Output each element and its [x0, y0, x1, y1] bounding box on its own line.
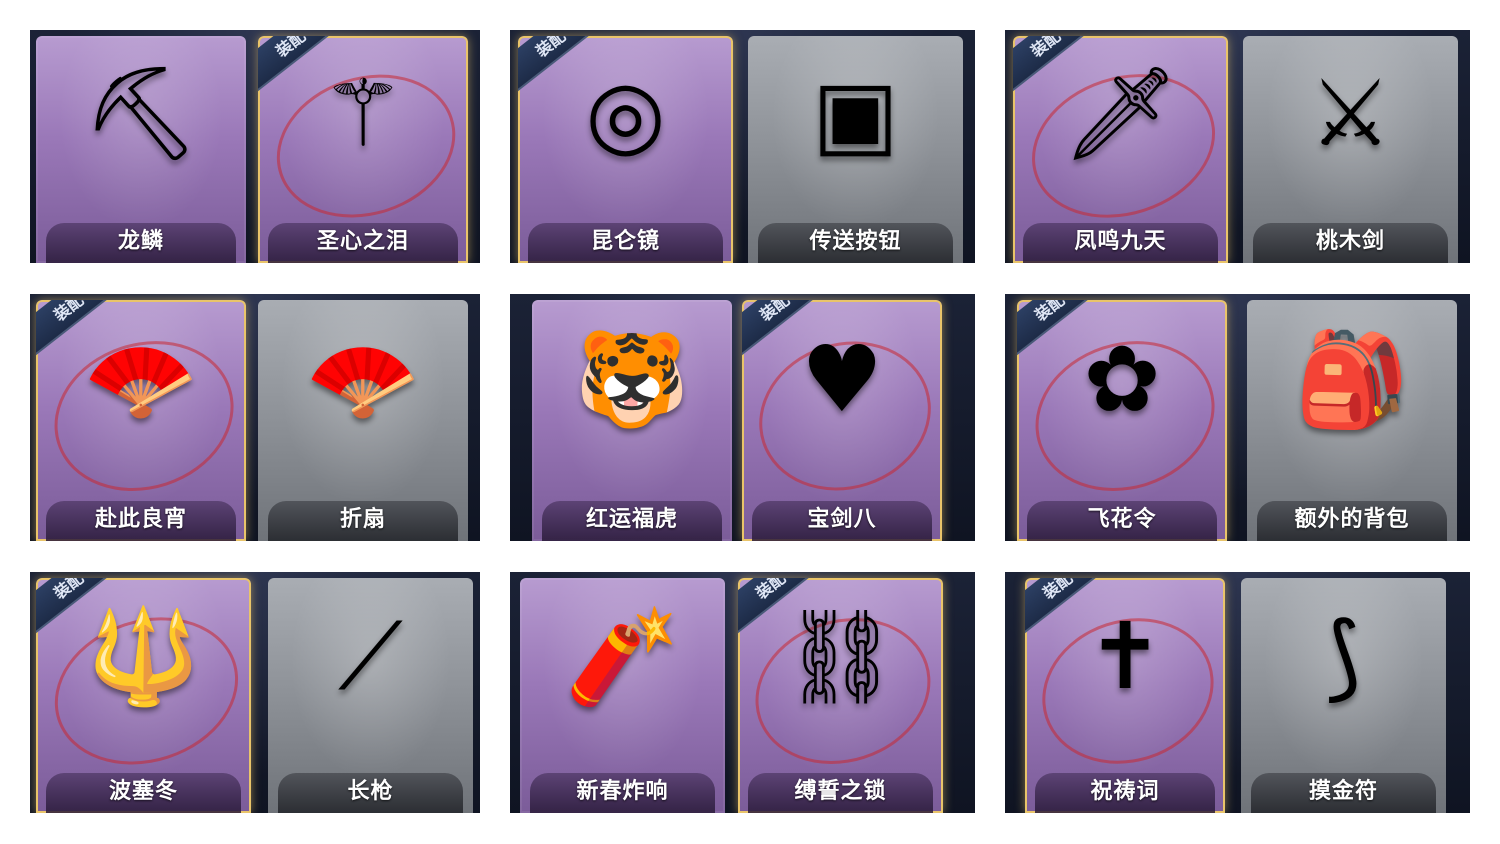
skin-pair-panel: 🔱 波塞冬 装配 ⟋ 长枪: [30, 572, 480, 813]
ornate-mirror-icon: ◎: [585, 59, 666, 167]
skin-card[interactable]: ⛓ 缚誓之锁 装配: [738, 578, 943, 813]
skin-card[interactable]: ♥ 宝剑八 装配: [742, 300, 942, 541]
skin-card[interactable]: 🔱 波塞冬 装配: [36, 578, 251, 813]
ornate-fan-icon: 🪭: [83, 325, 199, 433]
skin-pair-panel: 🗡 凤鸣九天 装配 ⚔ 桃木剑: [1005, 30, 1470, 263]
skin-card[interactable]: ⛏ 龙鳞: [36, 36, 246, 263]
flower-bouquet-icon: ✿: [1083, 325, 1161, 433]
skin-name-label: 红运福虎: [585, 507, 678, 532]
skin-name-label: 额外的背包: [1294, 507, 1410, 532]
skin-name-label: 龙鳞: [117, 229, 164, 254]
skin-card[interactable]: ⟆ 摸金符: [1241, 578, 1446, 813]
skin-card[interactable]: ⟋ 长枪: [268, 578, 473, 813]
chain-scepter-icon: ⛓: [782, 602, 899, 710]
firecracker-string-icon: 🧨: [565, 602, 680, 710]
skin-name-label: 赴此良宵: [94, 507, 187, 532]
teleport-remote-icon: ▣: [812, 59, 899, 167]
skin-card[interactable]: 🗡 凤鸣九天 装配: [1013, 36, 1228, 263]
skin-name-label: 祝祷词: [1090, 779, 1160, 804]
backpack-icon: 🎒: [1294, 325, 1410, 433]
skin-name-label: 圣心之泪: [316, 229, 409, 254]
skin-name-label: 昆仑镜: [590, 229, 660, 254]
skin-name-label: 波塞冬: [108, 779, 178, 804]
skin-pair-panel: ✿ 飞花令 装配 🎒 额外的背包: [1005, 294, 1470, 541]
spear-icon: ⟋: [338, 602, 403, 710]
skin-pair-panel: ⛏ 龙鳞 ⚚ 圣心之泪 装配: [30, 30, 480, 263]
golden-shovel-icon: ⛏: [82, 59, 200, 167]
trident-staff-icon: 🔱: [86, 602, 201, 710]
skin-pair-panel: 🐯 红运福虎 ♥ 宝剑八 装配: [510, 294, 975, 541]
skin-pair-panel: 🪭 赴此良宵 装配 🪭 折扇: [30, 294, 480, 541]
skin-name-label: 折扇: [339, 507, 386, 532]
skin-card[interactable]: 🪭 赴此良宵 装配: [36, 300, 246, 541]
skin-card[interactable]: ✝ 祝祷词 装配: [1025, 578, 1225, 813]
skin-card[interactable]: ▣ 传送按钮: [748, 36, 963, 263]
skin-name-label: 飞花令: [1087, 507, 1157, 532]
skin-card[interactable]: 🐯 红运福虎: [532, 300, 732, 541]
skin-name-label: 缚誓之锁: [794, 779, 887, 804]
skin-card[interactable]: ⚔ 桃木剑: [1243, 36, 1458, 263]
skin-name-label: 桃木剑: [1315, 229, 1385, 254]
tiger-pillow-icon: 🐯: [574, 325, 690, 433]
heart-scepter-icon: ⚚: [321, 59, 405, 167]
skin-pair-panel: 🧨 新春炸响 ⛓ 缚誓之锁 装配: [510, 572, 975, 813]
skin-card[interactable]: 🎒 额外的背包: [1247, 300, 1457, 541]
skin-comparison-grid: ⛏ 龙鳞 ⚚ 圣心之泪 装配 ◎ 昆仑镜 装配 ▣ 传送按钮 🗡 凤鸣九天 装配 ⚔ 桃木剑 🪭 赴…: [0, 0, 1500, 844]
crimson-sword-icon: 🗡: [1062, 59, 1179, 167]
folding-fan-icon: 🪭: [305, 325, 421, 433]
skin-name-label: 摸金符: [1308, 779, 1378, 804]
skin-name-label: 长枪: [347, 779, 394, 804]
skin-card[interactable]: ⚚ 圣心之泪 装配: [258, 36, 468, 263]
wooden-sword-icon: ⚔: [1309, 59, 1392, 167]
cross-pendant-icon: ✝: [1086, 602, 1164, 710]
heart-shield-icon: ♥: [800, 325, 884, 433]
skin-pair-panel: ◎ 昆仑镜 装配 ▣ 传送按钮: [510, 30, 975, 263]
skin-name-label: 新春炸响: [576, 779, 669, 804]
skin-card[interactable]: 🪭 折扇: [258, 300, 468, 541]
skin-name-label: 宝剑八: [807, 507, 877, 532]
skin-card[interactable]: 🧨 新春炸响: [520, 578, 725, 813]
tooth-amulet-icon: ⟆: [1325, 602, 1362, 710]
skin-card[interactable]: ◎ 昆仑镜 装配: [518, 36, 733, 263]
skin-name-label: 传送按钮: [809, 229, 902, 254]
skin-card[interactable]: ✿ 飞花令 装配: [1017, 300, 1227, 541]
skin-name-label: 凤鸣九天: [1074, 229, 1167, 254]
skin-pair-panel: ✝ 祝祷词 装配 ⟆ 摸金符: [1005, 572, 1470, 813]
